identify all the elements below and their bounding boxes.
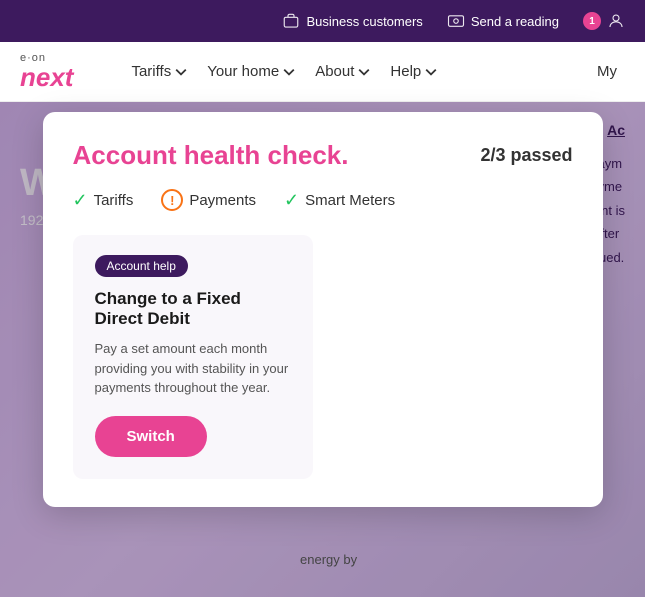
- modal-checks: ✓ Tariffs ! Payments ✓ Smart Meters: [73, 189, 573, 211]
- briefcase-icon: [282, 12, 300, 30]
- modal-title: Account health check.: [73, 140, 349, 171]
- check-warn-icon: !: [161, 189, 183, 211]
- check-tariffs-label: Tariffs: [94, 192, 134, 209]
- modal-overlay: Account health check. 2/3 passed ✓ Tarif…: [0, 102, 645, 597]
- notification-count: 1: [589, 16, 595, 27]
- check-pass-icon-2: ✓: [284, 190, 299, 211]
- account-icon: [607, 12, 625, 30]
- modal-score: 2/3 passed: [480, 145, 572, 166]
- notification-area[interactable]: 1: [583, 12, 625, 30]
- card-body: Pay a set amount each month providing yo…: [95, 339, 291, 398]
- chevron-down-icon: [175, 66, 187, 78]
- nav-your-home[interactable]: Your home: [199, 57, 303, 86]
- switch-button[interactable]: Switch: [95, 416, 207, 457]
- main-background: Wo 192 G t paym payme ment is s after is…: [0, 102, 645, 597]
- business-customers-link[interactable]: Business customers: [282, 12, 422, 30]
- nav-help[interactable]: Help: [382, 57, 445, 86]
- card-title: Change to a Fixed Direct Debit: [95, 289, 291, 329]
- business-customers-label: Business customers: [306, 14, 422, 29]
- logo[interactable]: e·on next: [20, 53, 73, 90]
- meter-icon: [447, 12, 465, 30]
- account-help-card: Account help Change to a Fixed Direct De…: [73, 235, 313, 479]
- check-smart-meters: ✓ Smart Meters: [284, 190, 395, 211]
- nav-tariffs-label: Tariffs: [131, 63, 171, 80]
- send-reading-link[interactable]: Send a reading: [447, 12, 559, 30]
- nav-my[interactable]: My: [589, 57, 625, 86]
- nav-items: Tariffs Your home About Help My: [123, 57, 625, 86]
- notification-badge: 1: [583, 12, 601, 30]
- modal-header: Account health check. 2/3 passed: [73, 140, 573, 171]
- chevron-down-icon: [358, 66, 370, 78]
- nav-bar: e·on next Tariffs Your home About Help M…: [0, 42, 645, 102]
- check-payments: ! Payments: [161, 189, 256, 211]
- nav-your-home-label: Your home: [207, 63, 279, 80]
- nav-about[interactable]: About: [307, 57, 378, 86]
- logo-next-text: next: [20, 64, 73, 90]
- top-bar: Business customers Send a reading 1: [0, 0, 645, 42]
- chevron-down-icon: [425, 66, 437, 78]
- nav-about-label: About: [315, 63, 354, 80]
- check-tariffs: ✓ Tariffs: [73, 190, 134, 211]
- card-badge: Account help: [95, 255, 188, 277]
- nav-tariffs[interactable]: Tariffs: [123, 57, 195, 86]
- nav-help-label: Help: [390, 63, 421, 80]
- chevron-down-icon: [283, 66, 295, 78]
- nav-my-label: My: [597, 63, 617, 80]
- check-payments-label: Payments: [189, 192, 256, 209]
- send-reading-label: Send a reading: [471, 14, 559, 29]
- modal: Account health check. 2/3 passed ✓ Tarif…: [43, 112, 603, 507]
- check-smart-meters-label: Smart Meters: [305, 192, 395, 209]
- check-pass-icon: ✓: [73, 190, 88, 211]
